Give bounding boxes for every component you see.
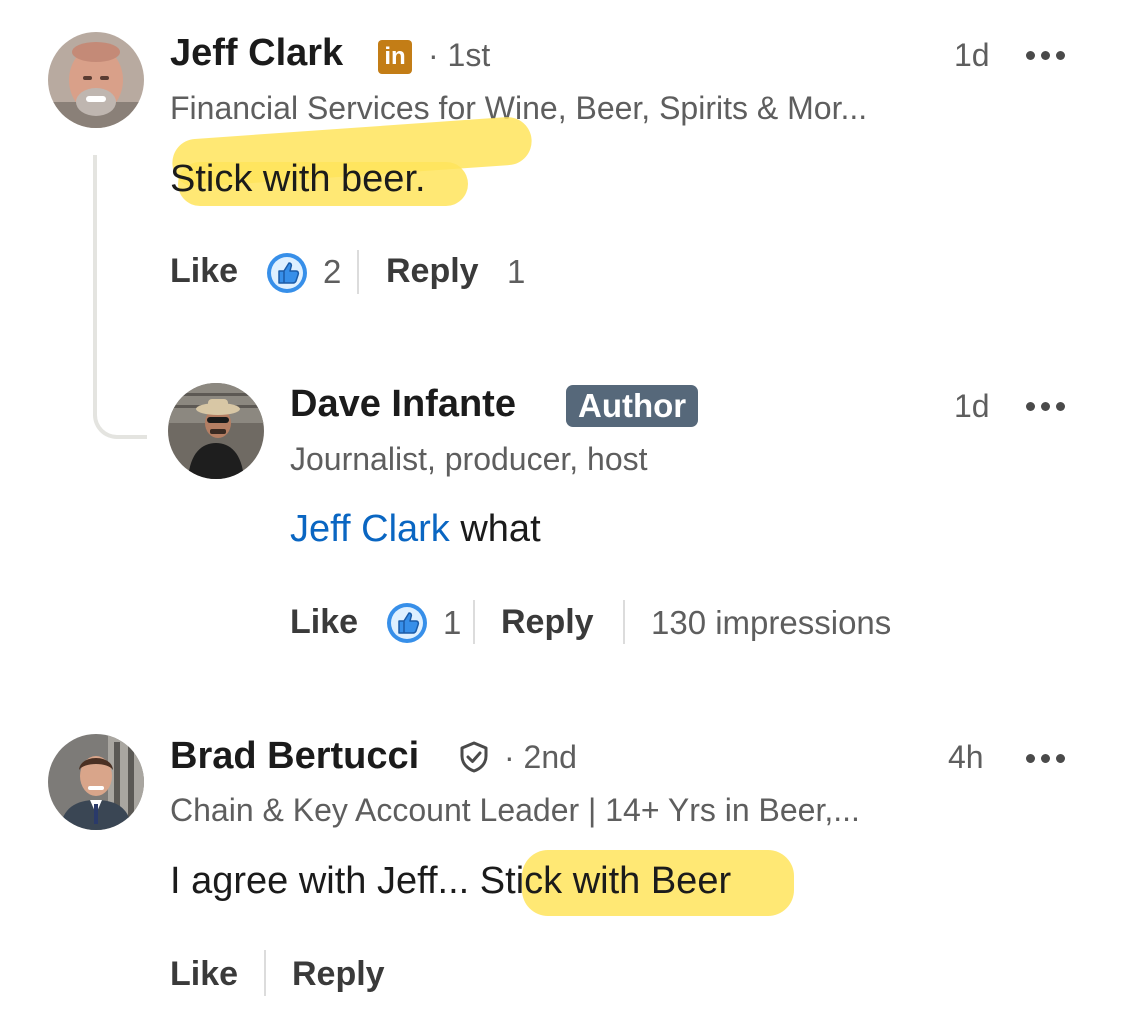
author-name[interactable]: Dave Infante <box>290 383 516 426</box>
timestamp: 1d <box>954 37 990 73</box>
shield-check-icon <box>457 740 491 774</box>
degree-separator-dot: · <box>428 37 439 73</box>
degree-label: 2nd <box>523 739 577 775</box>
linkedin-badge-icon: in <box>378 40 412 74</box>
author-headline: Chain & Key Account Leader | 14+ Yrs in … <box>170 792 860 828</box>
comment-text: Jeff Clark what <box>290 508 541 551</box>
thread-connector-line <box>93 155 147 439</box>
like-button[interactable]: Like <box>290 603 358 642</box>
comment-text: Stick with beer. <box>170 158 426 200</box>
thumbs-up-icon[interactable] <box>386 602 428 644</box>
more-options-icon[interactable] <box>1026 402 1070 414</box>
like-button[interactable]: Like <box>170 955 238 994</box>
divider <box>623 600 625 644</box>
connection-degree: · 2nd <box>504 739 577 776</box>
reply-button[interactable]: Reply <box>292 955 385 994</box>
reply-button[interactable]: Reply <box>386 252 479 291</box>
author-headline: Journalist, producer, host <box>290 441 648 477</box>
divider <box>473 600 475 644</box>
like-count: 2 <box>323 253 342 290</box>
degree-separator-dot: · <box>504 739 515 775</box>
avatar[interactable] <box>48 32 144 128</box>
like-button[interactable]: Like <box>170 252 238 291</box>
degree-label: 1st <box>447 37 491 73</box>
author-name[interactable]: Brad Bertucci <box>170 735 419 778</box>
comment-text-highlighted: Stick with Beer <box>479 860 732 902</box>
reply-button[interactable]: Reply <box>501 603 594 642</box>
timestamp: 4h <box>948 739 984 775</box>
comment-text-body: I agree with Jeff... <box>170 860 480 902</box>
connection-degree: · 1st <box>428 37 490 74</box>
divider <box>264 950 266 996</box>
impressions-count[interactable]: 130 impressions <box>651 604 891 642</box>
avatar[interactable] <box>48 734 144 830</box>
comment-text-body: what <box>460 508 541 550</box>
comment-text: I agree with Jeff... Stick with Beer <box>170 860 731 903</box>
mention-link[interactable]: Jeff Clark <box>290 508 450 550</box>
like-count: 1 <box>443 604 462 641</box>
divider <box>357 250 359 294</box>
avatar[interactable] <box>168 383 264 479</box>
timestamp: 1d <box>954 388 990 424</box>
reply-count: 1 <box>507 253 526 290</box>
author-name[interactable]: Jeff Clark <box>170 32 343 75</box>
author-badge: Author <box>566 385 699 427</box>
thumbs-up-icon[interactable] <box>266 252 308 294</box>
more-options-icon[interactable] <box>1026 51 1070 63</box>
more-options-icon[interactable] <box>1026 754 1070 766</box>
